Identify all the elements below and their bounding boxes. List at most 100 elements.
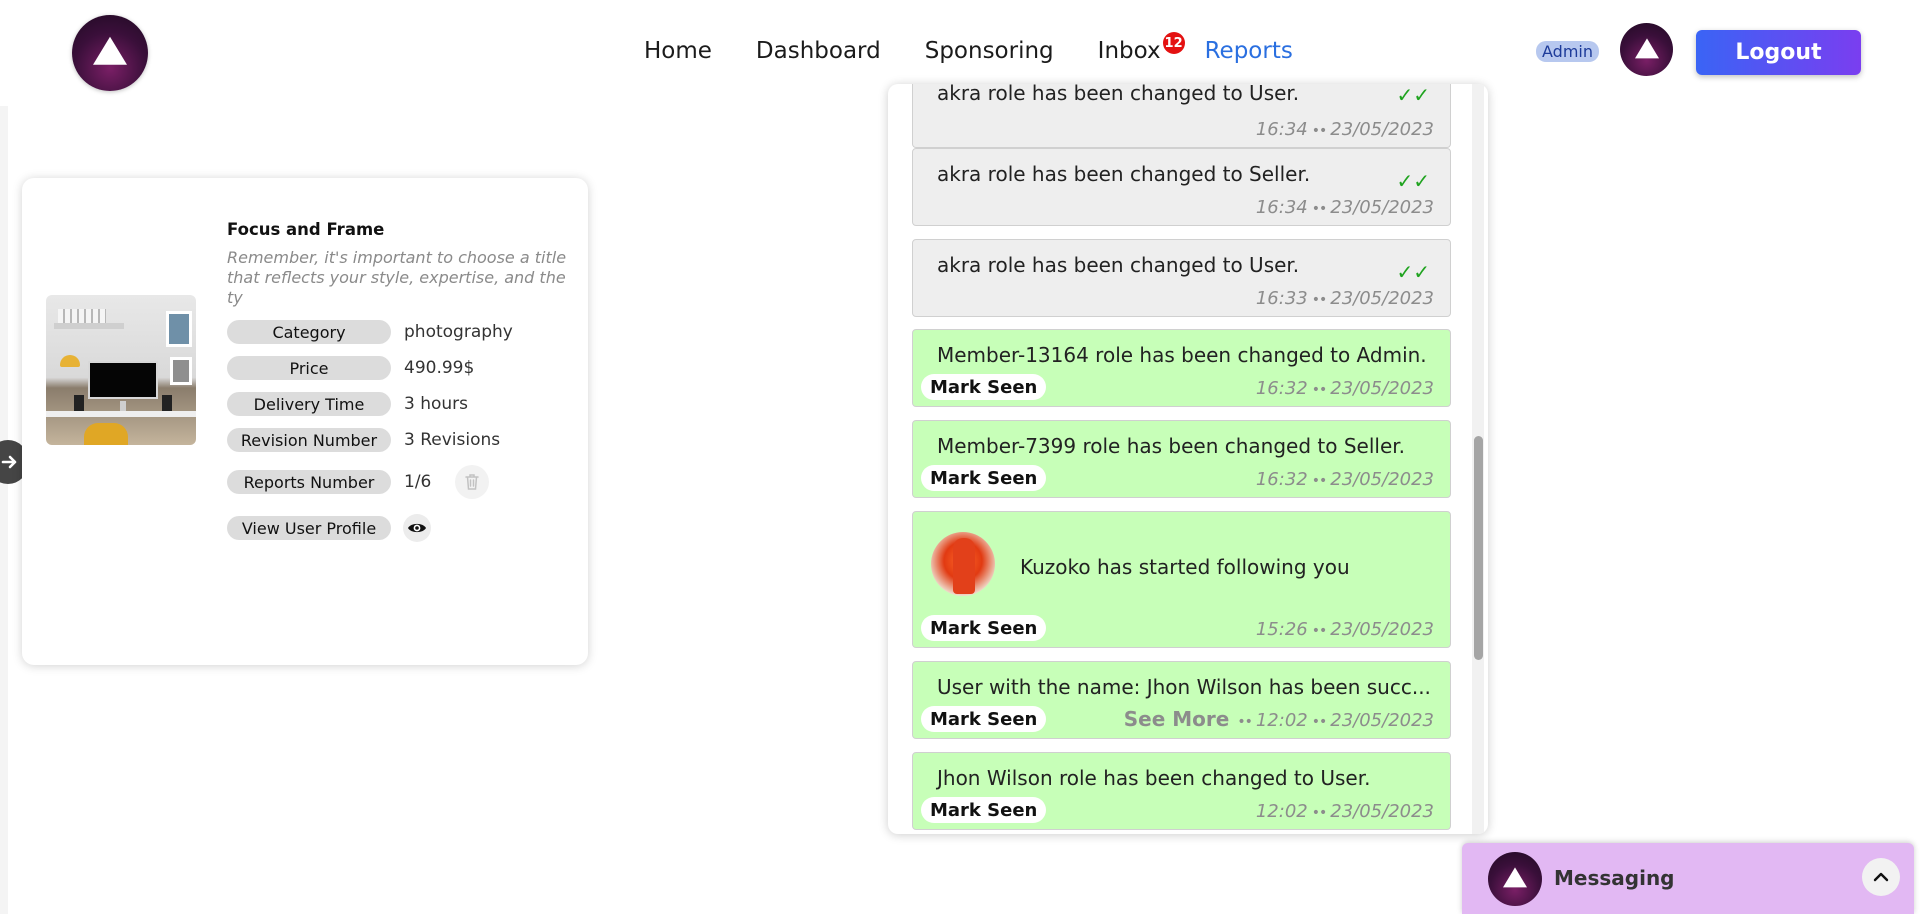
notification-message: Jhon Wilson role has been changed to Use…: [937, 766, 1371, 790]
notification-time: 16:33: [1255, 288, 1308, 309]
messaging-avatar: [1488, 852, 1542, 906]
notification-item-unread: Member-7399 role has been changed to Sel…: [912, 420, 1451, 498]
detail-label: Reports Number: [227, 470, 391, 494]
messaging-label: Messaging: [1554, 866, 1675, 890]
detail-value: photography: [404, 322, 513, 342]
detail-value: 490.99$: [404, 358, 475, 378]
nav-dashboard[interactable]: Dashboard: [756, 38, 881, 64]
brand-logo[interactable]: [72, 15, 148, 91]
notification-meta: 16:34 •• 23/05/2023: [1255, 197, 1434, 218]
trash-icon: [465, 474, 480, 490]
notification-time: 12:02: [1255, 801, 1308, 822]
nav-inbox-label: Inbox: [1097, 38, 1161, 64]
notification-meta: See More •• 12:02 •• 23/05/2023: [1123, 707, 1434, 731]
notification-item: akra role has been changed to User. ✓✓ 1…: [912, 239, 1451, 317]
detail-row-price: Price 490.99$: [227, 356, 474, 380]
notification-time: 16:32: [1255, 378, 1308, 399]
notification-item-unread: Member-13164 role has been changed to Ad…: [912, 329, 1451, 407]
notification-date: 23/05/2023: [1330, 197, 1434, 218]
notification-time: 16:34: [1255, 119, 1308, 140]
role-badge: Admin: [1536, 41, 1599, 62]
notification-message: User with the name: Jhon Wilson has been…: [937, 675, 1431, 699]
detail-label: Category: [227, 320, 391, 344]
notifications-scrollbar[interactable]: [1472, 84, 1484, 834]
notification-meta: 12:02 •• 23/05/2023: [1255, 801, 1434, 822]
detail-row-revision-number: Revision Number 3 Revisions: [227, 428, 500, 452]
notification-meta: 16:33 •• 23/05/2023: [1255, 288, 1434, 309]
triangle-logo-icon: [93, 36, 127, 65]
chevron-up-icon: [1873, 872, 1889, 882]
messaging-expand-button[interactable]: [1862, 858, 1900, 896]
notification-message: akra role has been changed to User.: [937, 253, 1300, 277]
triangle-avatar-icon: [1503, 867, 1527, 888]
main-nav: Home Dashboard Sponsoring Inbox 12 Repor…: [644, 32, 1337, 64]
notification-meta: 16:32 •• 23/05/2023: [1255, 469, 1434, 490]
notification-item-unread: Kuzoko has started following you Mark Se…: [912, 511, 1451, 648]
triangle-avatar-icon: [1634, 37, 1659, 58]
notification-message: akra role has been changed to User.: [937, 84, 1300, 105]
nav-inbox[interactable]: Inbox 12: [1097, 32, 1185, 64]
notification-item: akra role has been changed to User. ✓✓ 1…: [912, 84, 1451, 148]
notification-date: 23/05/2023: [1330, 469, 1434, 490]
arrow-right-icon: [1, 455, 17, 469]
check-double-icon: ✓✓: [1396, 84, 1430, 107]
nav-reports[interactable]: Reports: [1205, 38, 1293, 64]
detail-value: 3 hours: [404, 394, 469, 414]
detail-label: Price: [227, 356, 391, 380]
notification-message: Member-7399 role has been changed to Sel…: [937, 434, 1405, 458]
eye-icon: [408, 523, 426, 533]
service-description: Remember, it's important to choose a tit…: [227, 248, 567, 307]
nav-home[interactable]: Home: [644, 38, 712, 64]
detail-row-delivery-time: Delivery Time 3 hours: [227, 392, 468, 416]
detail-label: Delivery Time: [227, 392, 391, 416]
notifications-panel: akra role has been changed to User. ✓✓ 1…: [888, 84, 1488, 834]
notification-date: 23/05/2023: [1330, 119, 1434, 140]
notification-message: akra role has been changed to Seller.: [937, 162, 1311, 186]
detail-label: Revision Number: [227, 428, 391, 452]
notification-item: akra role has been changed to Seller. ✓✓…: [912, 148, 1451, 226]
notification-item-unread: User with the name: Jhon Wilson has been…: [912, 661, 1451, 739]
check-double-icon: ✓✓: [1396, 260, 1430, 284]
notifications-list[interactable]: akra role has been changed to User. ✓✓ 1…: [888, 84, 1472, 834]
logout-button[interactable]: Logout: [1696, 30, 1861, 75]
service-title: Focus and Frame: [227, 220, 385, 239]
detail-row-category: Category photography: [227, 320, 513, 344]
notification-date: 23/05/2023: [1330, 619, 1434, 640]
detail-value: 3 Revisions: [404, 430, 501, 450]
view-user-profile-label[interactable]: View User Profile: [227, 516, 391, 540]
mark-seen-button[interactable]: Mark Seen: [921, 706, 1047, 732]
scrollbar-thumb[interactable]: [1474, 436, 1483, 660]
notification-time: 16:34: [1255, 197, 1308, 218]
mark-seen-button[interactable]: Mark Seen: [921, 615, 1047, 641]
inbox-count-badge: 12: [1162, 32, 1185, 54]
service-thumbnail: [46, 295, 196, 445]
notification-time: 16:32: [1255, 469, 1308, 490]
reported-service-card: Focus and Frame Remember, it's important…: [22, 178, 588, 665]
notification-meta: 16:34 •• 23/05/2023: [1255, 119, 1434, 140]
notification-item-unread: Jhon Wilson role has been changed to Use…: [912, 752, 1451, 830]
follower-avatar[interactable]: [931, 532, 995, 596]
check-double-icon: ✓✓: [1396, 169, 1430, 193]
user-avatar[interactable]: [1620, 23, 1673, 76]
nav-sponsoring[interactable]: Sponsoring: [925, 38, 1054, 64]
mark-seen-button[interactable]: Mark Seen: [921, 374, 1047, 400]
detail-value: 1/6: [404, 472, 432, 492]
mark-seen-button[interactable]: Mark Seen: [921, 797, 1047, 823]
notification-meta: 16:32 •• 23/05/2023: [1255, 378, 1434, 399]
notification-meta: 15:26 •• 23/05/2023: [1255, 619, 1434, 640]
notification-time: 15:26: [1255, 619, 1308, 640]
view-profile-button[interactable]: [403, 514, 431, 542]
notification-time: 12:02: [1255, 710, 1308, 731]
delete-report-button[interactable]: [455, 465, 490, 499]
see-more-link[interactable]: See More: [1124, 707, 1230, 731]
notification-message: Kuzoko has started following you: [1020, 555, 1350, 579]
detail-row-view-profile: View User Profile: [227, 514, 431, 542]
detail-row-reports-number: Reports Number 1/6: [227, 465, 490, 499]
notification-date: 23/05/2023: [1330, 801, 1434, 822]
notification-date: 23/05/2023: [1330, 288, 1434, 309]
messaging-dock[interactable]: Messaging: [1462, 843, 1914, 914]
notification-date: 23/05/2023: [1330, 378, 1434, 399]
notification-message: Member-13164 role has been changed to Ad…: [937, 343, 1427, 367]
mark-seen-button[interactable]: Mark Seen: [921, 465, 1047, 491]
notification-date: 23/05/2023: [1330, 710, 1434, 731]
